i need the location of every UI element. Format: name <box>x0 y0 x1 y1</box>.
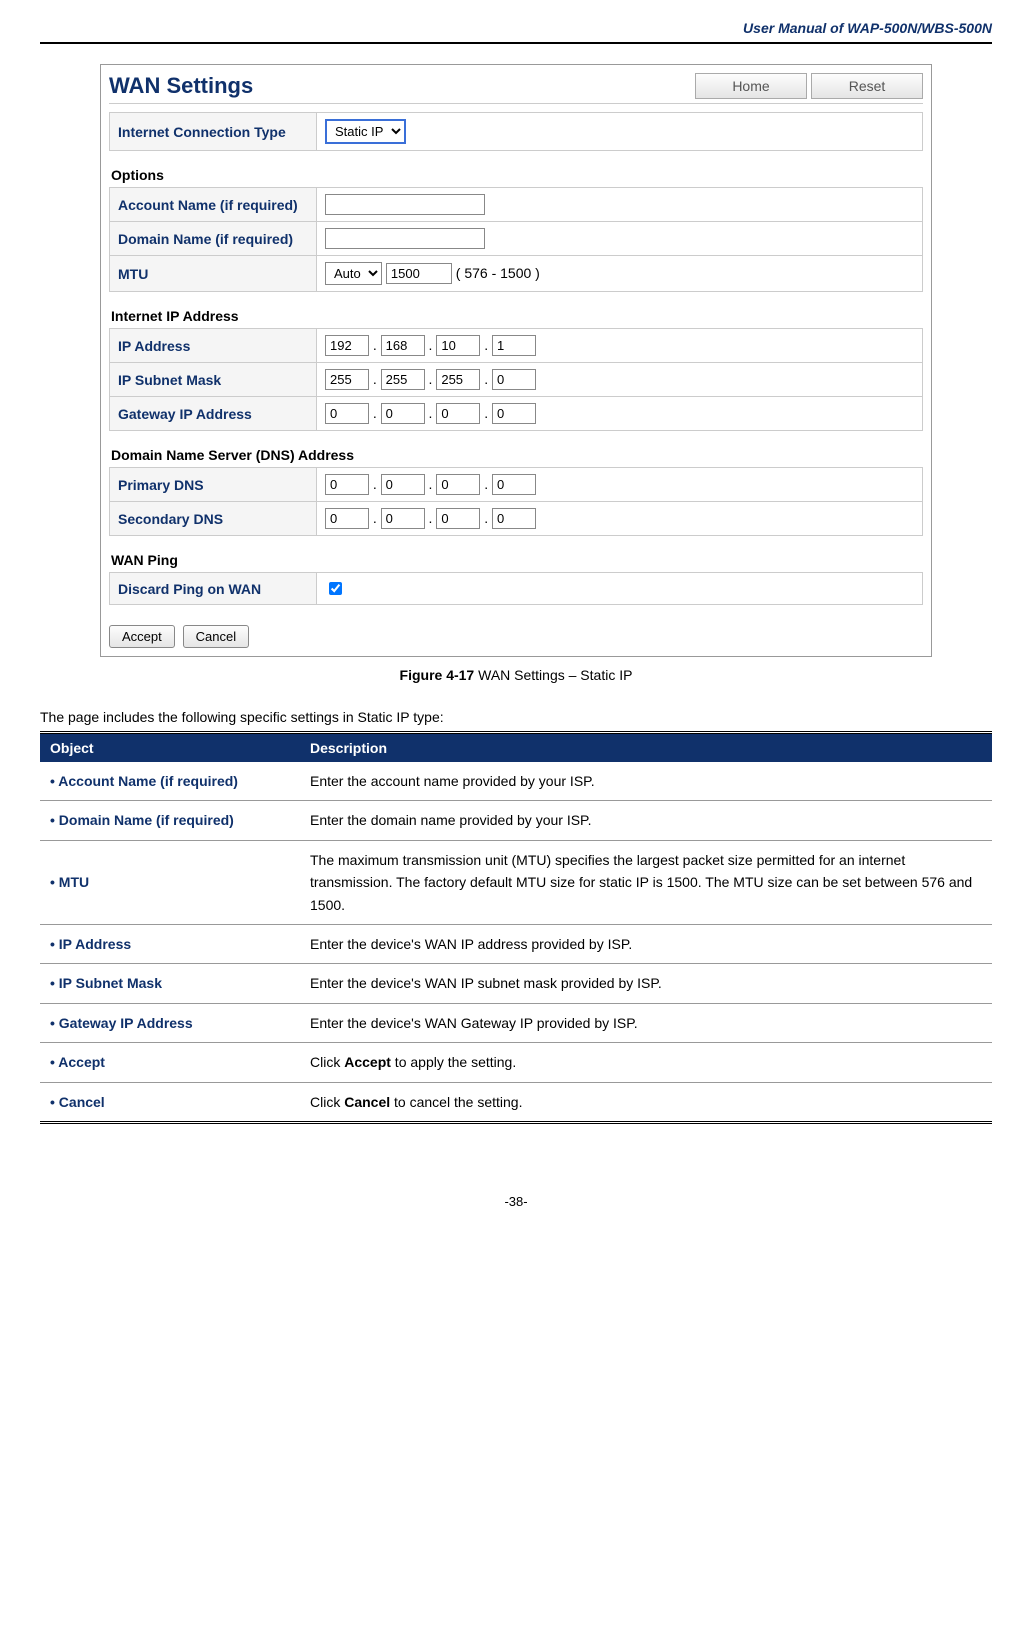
domain-name-label: Domain Name (if required) <box>110 222 317 256</box>
subnet-label: IP Subnet Mask <box>110 363 317 397</box>
description-cell: Click Accept to apply the setting. <box>300 1043 992 1082</box>
pdns-octet-1[interactable] <box>325 474 369 495</box>
description-cell: Enter the device's WAN Gateway IP provid… <box>300 1003 992 1042</box>
sdns-octet-4[interactable] <box>492 508 536 529</box>
description-cell: Enter the device's WAN IP subnet mask pr… <box>300 964 992 1003</box>
discard-ping-checkbox[interactable] <box>329 582 342 595</box>
figure-number: Figure 4-17 <box>400 667 475 683</box>
reset-button[interactable]: Reset <box>811 73 923 99</box>
description-cell: Enter the domain name provided by your I… <box>300 801 992 840</box>
pdns-octet-2[interactable] <box>381 474 425 495</box>
wan-settings-screenshot: WAN Settings Home Reset Internet Connect… <box>100 64 932 657</box>
object-cell: • IP Address <box>40 924 300 963</box>
table-row: • IP Subnet MaskEnter the device's WAN I… <box>40 964 992 1003</box>
object-cell: • Accept <box>40 1043 300 1082</box>
object-cell: • Account Name (if required) <box>40 762 300 801</box>
table-head-object: Object <box>40 733 300 763</box>
page-number: -38- <box>40 1194 992 1209</box>
object-cell: • IP Subnet Mask <box>40 964 300 1003</box>
table-row: • MTUThe maximum transmission unit (MTU)… <box>40 840 992 924</box>
table-row: • Gateway IP AddressEnter the device's W… <box>40 1003 992 1042</box>
subnet-octet-1[interactable] <box>325 369 369 390</box>
wan-settings-title: WAN Settings <box>109 73 691 99</box>
mtu-value-input[interactable] <box>386 263 452 284</box>
ip-octet-4[interactable] <box>492 335 536 356</box>
table-row: • CancelClick Cancel to cancel the setti… <box>40 1082 992 1122</box>
title-row: WAN Settings Home Reset <box>109 73 923 104</box>
subnet-octet-3[interactable] <box>436 369 480 390</box>
internet-ip-heading: Internet IP Address <box>109 306 923 328</box>
pdns-octet-3[interactable] <box>436 474 480 495</box>
options-heading: Options <box>109 165 923 187</box>
subnet-octet-2[interactable] <box>381 369 425 390</box>
ict-label: Internet Connection Type <box>110 113 317 151</box>
cancel-button[interactable]: Cancel <box>183 625 249 648</box>
account-name-label: Account Name (if required) <box>110 188 317 222</box>
primary-dns-label: Primary DNS <box>110 468 317 502</box>
home-button[interactable]: Home <box>695 73 807 99</box>
mtu-mode-select[interactable]: Auto <box>325 262 382 285</box>
description-table: Object Description • Account Name (if re… <box>40 731 992 1124</box>
button-row: Accept Cancel <box>109 619 923 648</box>
figure-text: WAN Settings – Static IP <box>474 667 632 683</box>
wan-ping-heading: WAN Ping <box>109 550 923 572</box>
ict-select[interactable]: Static IP <box>325 119 406 144</box>
accept-button[interactable]: Accept <box>109 625 175 648</box>
dns-heading: Domain Name Server (DNS) Address <box>109 445 923 467</box>
secondary-dns-label: Secondary DNS <box>110 502 317 536</box>
internet-ip-table: IP Address . . . IP Subnet Mask . . . Ga… <box>109 328 923 431</box>
ip-octet-1[interactable] <box>325 335 369 356</box>
gateway-octet-1[interactable] <box>325 403 369 424</box>
gateway-label: Gateway IP Address <box>110 397 317 431</box>
mtu-label: MTU <box>110 256 317 292</box>
gateway-octet-2[interactable] <box>381 403 425 424</box>
table-row: • IP AddressEnter the device's WAN IP ad… <box>40 924 992 963</box>
intro-text: The page includes the following specific… <box>40 709 992 725</box>
discard-ping-label: Discard Ping on WAN <box>110 573 317 605</box>
table-head-description: Description <box>300 733 992 763</box>
object-cell: • Domain Name (if required) <box>40 801 300 840</box>
dns-table: Primary DNS . . . Secondary DNS . . . <box>109 467 923 536</box>
description-cell: Enter the device's WAN IP address provid… <box>300 924 992 963</box>
sdns-octet-2[interactable] <box>381 508 425 529</box>
domain-name-input[interactable] <box>325 228 485 249</box>
ict-table: Internet Connection Type Static IP <box>109 112 923 151</box>
pdns-octet-4[interactable] <box>492 474 536 495</box>
gateway-octet-3[interactable] <box>436 403 480 424</box>
figure-caption: Figure 4-17 WAN Settings – Static IP <box>40 667 992 683</box>
gateway-octet-4[interactable] <box>492 403 536 424</box>
sdns-octet-3[interactable] <box>436 508 480 529</box>
mtu-range-text: ( 576 - 1500 ) <box>456 265 540 281</box>
table-row: • Domain Name (if required)Enter the dom… <box>40 801 992 840</box>
ip-octet-2[interactable] <box>381 335 425 356</box>
options-table: Account Name (if required) Domain Name (… <box>109 187 923 292</box>
wan-ping-table: Discard Ping on WAN <box>109 572 923 605</box>
ip-octet-3[interactable] <box>436 335 480 356</box>
table-row: • AcceptClick Accept to apply the settin… <box>40 1043 992 1082</box>
description-cell: Click Cancel to cancel the setting. <box>300 1082 992 1122</box>
document-header: User Manual of WAP-500N/WBS-500N <box>40 20 992 44</box>
ip-address-label: IP Address <box>110 329 317 363</box>
ict-cell: Static IP <box>317 113 923 151</box>
object-cell: • Cancel <box>40 1082 300 1122</box>
description-cell: Enter the account name provided by your … <box>300 762 992 801</box>
object-cell: • MTU <box>40 840 300 924</box>
object-cell: • Gateway IP Address <box>40 1003 300 1042</box>
description-cell: The maximum transmission unit (MTU) spec… <box>300 840 992 924</box>
table-row: • Account Name (if required)Enter the ac… <box>40 762 992 801</box>
subnet-octet-4[interactable] <box>492 369 536 390</box>
sdns-octet-1[interactable] <box>325 508 369 529</box>
account-name-input[interactable] <box>325 194 485 215</box>
